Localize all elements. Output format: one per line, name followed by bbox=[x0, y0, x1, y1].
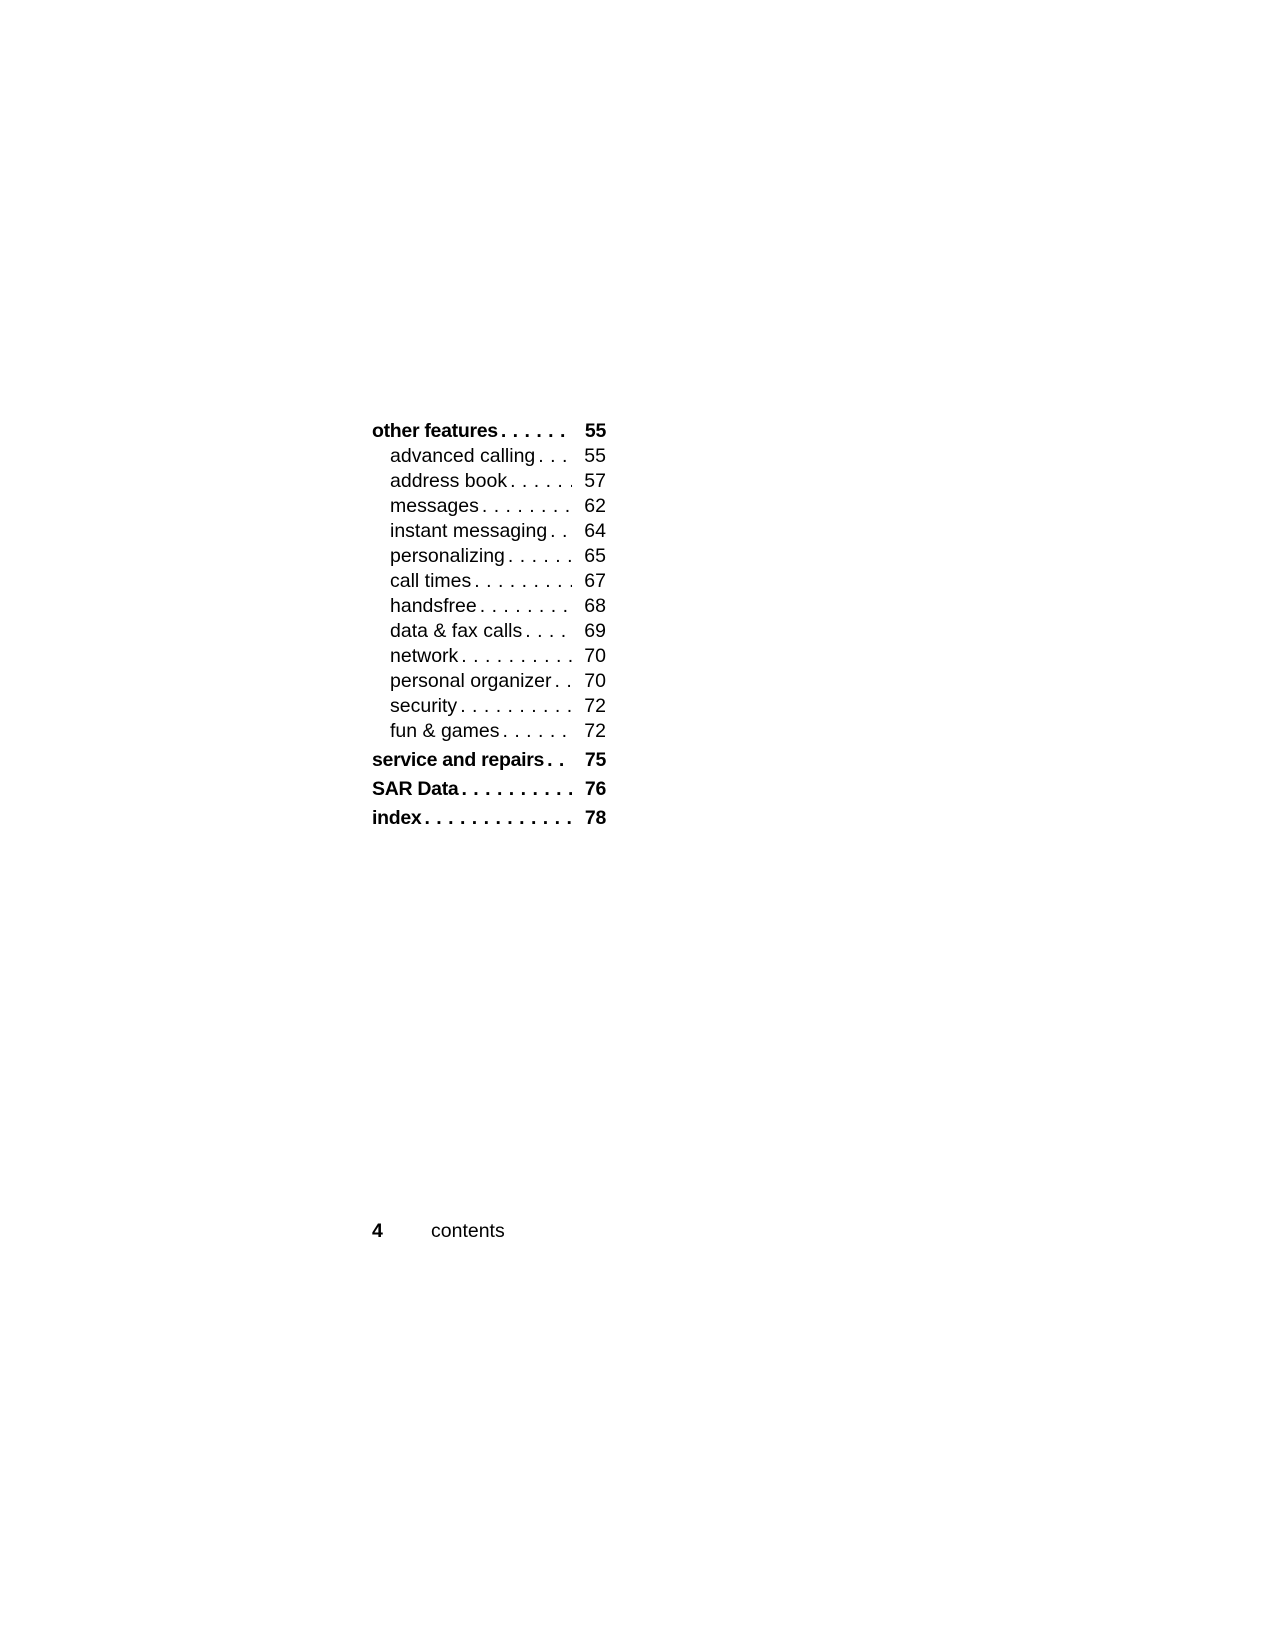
toc-entry-page: 64 bbox=[584, 520, 606, 542]
toc-entry-sar-data[interactable]: SAR Data 76 bbox=[372, 777, 606, 802]
dot-leader bbox=[552, 669, 572, 694]
toc-entry-advanced-calling[interactable]: advanced calling 55 bbox=[372, 444, 606, 469]
toc-entry-page: 55 bbox=[584, 420, 606, 442]
dot-leader bbox=[458, 777, 572, 802]
toc-entry-label: messages bbox=[390, 495, 479, 517]
toc-entry-service-and-repairs[interactable]: service and repairs 75 bbox=[372, 748, 606, 773]
footer-page-number: 4 bbox=[372, 1220, 383, 1242]
dot-leader bbox=[498, 419, 572, 444]
dot-leader bbox=[544, 748, 572, 773]
toc-entry-page: 76 bbox=[584, 778, 606, 800]
toc-entry-page: 65 bbox=[584, 545, 606, 567]
toc-entry-page: 69 bbox=[584, 620, 606, 642]
toc-entry-handsfree[interactable]: handsfree 68 bbox=[372, 594, 606, 619]
toc-entry-page: 70 bbox=[584, 670, 606, 692]
dot-leader bbox=[479, 494, 572, 519]
toc-entry-label: personalizing bbox=[390, 545, 505, 567]
toc-entry-label: data & fax calls bbox=[390, 620, 523, 642]
toc-entry-label: instant messaging bbox=[390, 520, 548, 542]
toc-entry-page: 72 bbox=[584, 720, 606, 742]
toc-entry-security[interactable]: security 72 bbox=[372, 694, 606, 719]
dot-leader bbox=[507, 469, 572, 494]
dot-leader bbox=[547, 519, 572, 544]
dot-leader bbox=[421, 806, 572, 831]
toc-entry-page: 57 bbox=[584, 470, 606, 492]
toc-entry-address-book[interactable]: address book 57 bbox=[372, 469, 606, 494]
dot-leader bbox=[522, 619, 572, 644]
toc-entry-page: 78 bbox=[584, 807, 606, 829]
table-of-contents: other features 55 advanced calling 55 ad… bbox=[372, 419, 606, 831]
toc-entry-instant-messaging[interactable]: instant messaging 64 bbox=[372, 519, 606, 544]
dot-leader bbox=[457, 694, 572, 719]
toc-entry-personalizing[interactable]: personalizing 65 bbox=[372, 544, 606, 569]
toc-entry-page: 62 bbox=[584, 495, 606, 517]
toc-entry-page: 75 bbox=[584, 749, 606, 771]
toc-entry-label: network bbox=[390, 645, 459, 667]
dot-leader bbox=[471, 569, 572, 594]
toc-entry-label: service and repairs bbox=[372, 749, 545, 771]
dot-leader bbox=[535, 444, 572, 469]
toc-entry-page: 70 bbox=[584, 645, 606, 667]
toc-entry-label: security bbox=[390, 695, 458, 717]
dot-leader bbox=[458, 644, 572, 669]
toc-entry-network[interactable]: network 70 bbox=[372, 644, 606, 669]
toc-entry-page: 72 bbox=[584, 695, 606, 717]
dot-leader bbox=[477, 594, 572, 619]
toc-entry-label: index bbox=[372, 807, 422, 829]
toc-entry-page: 68 bbox=[584, 595, 606, 617]
toc-entry-label: personal organizer bbox=[390, 670, 552, 692]
toc-entry-label: advanced calling bbox=[390, 445, 536, 467]
toc-entry-fun-games[interactable]: fun & games 72 bbox=[372, 719, 606, 744]
toc-entry-label: handsfree bbox=[390, 595, 477, 617]
toc-entry-label: SAR Data bbox=[372, 778, 459, 800]
toc-entry-label: fun & games bbox=[390, 720, 500, 742]
toc-entry-other-features[interactable]: other features 55 bbox=[372, 419, 606, 444]
toc-entry-data-fax-calls[interactable]: data & fax calls 69 bbox=[372, 619, 606, 644]
toc-entry-messages[interactable]: messages 62 bbox=[372, 494, 606, 519]
toc-entry-label: call times bbox=[390, 570, 472, 592]
toc-entry-label: other features bbox=[372, 420, 498, 442]
toc-entry-page: 67 bbox=[584, 570, 606, 592]
dot-leader bbox=[499, 719, 572, 744]
toc-entry-call-times[interactable]: call times 67 bbox=[372, 569, 606, 594]
toc-entry-page: 55 bbox=[584, 445, 606, 467]
toc-entry-label: address book bbox=[390, 470, 508, 492]
toc-entry-index[interactable]: index 78 bbox=[372, 806, 606, 831]
footer-section-title: contents bbox=[431, 1220, 505, 1242]
dot-leader bbox=[505, 544, 572, 569]
toc-entry-personal-organizer[interactable]: personal organizer 70 bbox=[372, 669, 606, 694]
